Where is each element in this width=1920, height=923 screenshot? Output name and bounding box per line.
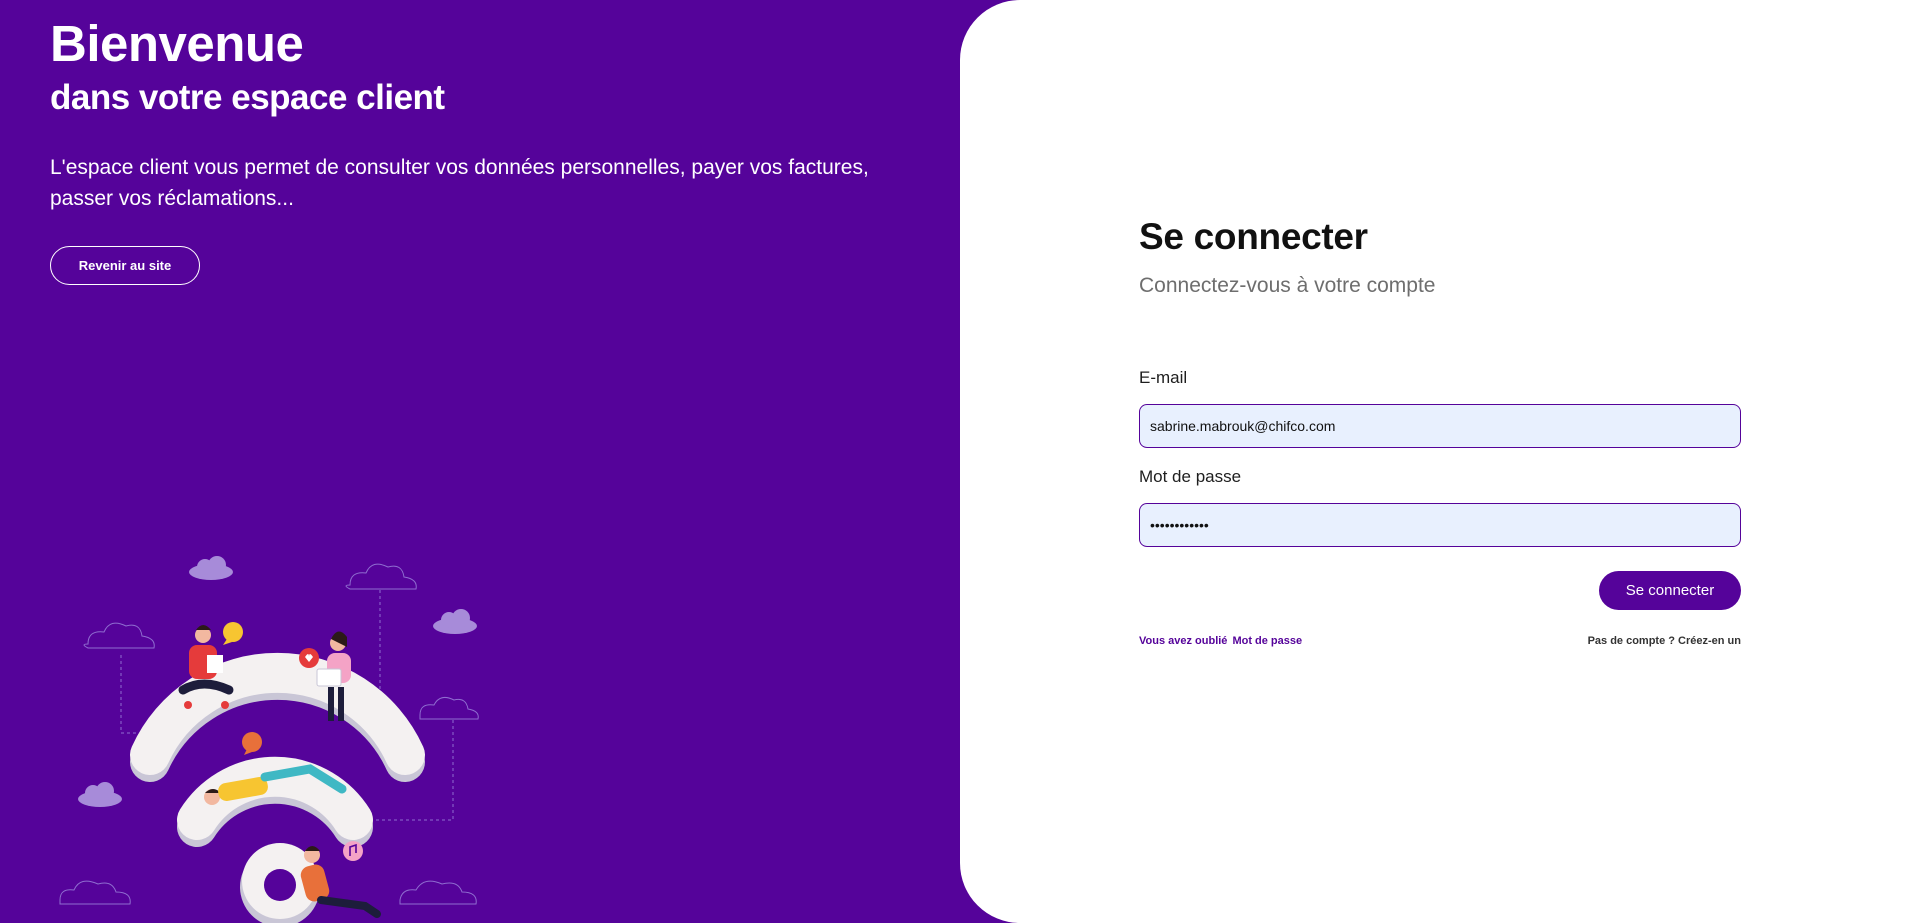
back-to-site-button[interactable]: Revenir au site xyxy=(50,246,200,285)
welcome-panel: Bienvenue dans votre espace client L'esp… xyxy=(0,0,970,923)
welcome-description: L'espace client vous permet de consulter… xyxy=(50,156,869,210)
forgot-password-link[interactable]: Vous avez oublié Mot de passe xyxy=(1139,635,1302,647)
email-label: E-mail xyxy=(1139,368,1188,387)
cloud-icon xyxy=(433,609,477,634)
email-field[interactable] xyxy=(1139,404,1741,448)
cloud-icon xyxy=(78,782,122,807)
welcome-title: Bienvenue xyxy=(50,15,304,72)
music-note-icon xyxy=(343,841,363,861)
cloud-icon xyxy=(189,556,233,580)
welcome-subtitle: dans votre espace client xyxy=(50,78,445,117)
signup-link[interactable]: Pas de compte ? Créez-en un xyxy=(1588,635,1741,647)
heart-icon xyxy=(299,648,319,668)
login-subtitle: Connectez-vous à votre compte xyxy=(1139,274,1436,297)
login-button[interactable]: Se connecter xyxy=(1599,571,1741,610)
password-field[interactable] xyxy=(1139,503,1741,547)
chat-bubble-icon xyxy=(223,622,243,645)
password-label: Mot de passe xyxy=(1139,467,1242,486)
chat-bubble-icon xyxy=(242,732,262,755)
wifi-illustration xyxy=(59,556,479,923)
forgot-password-link-label: Mot de passe xyxy=(1232,635,1303,647)
forgot-password-text: Vous avez oublié xyxy=(1139,635,1228,647)
login-panel: Se connecter Connectez-vous à votre comp… xyxy=(960,0,1920,923)
login-title: Se connecter xyxy=(1139,216,1368,257)
